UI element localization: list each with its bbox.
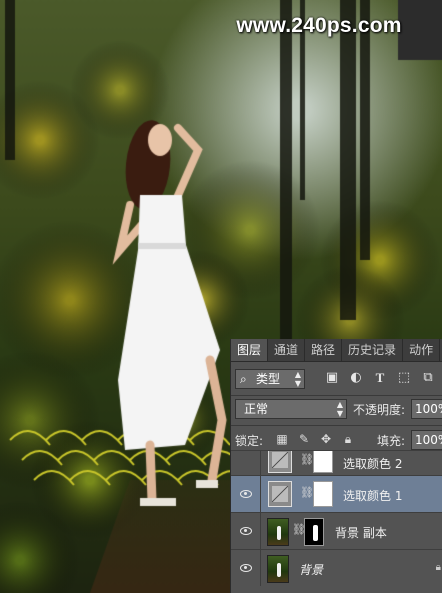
updown-arrows-icon: ▲ ▼ xyxy=(336,400,343,418)
divider xyxy=(231,425,442,426)
lock-row: 锁定: ▦ ✎ ✥ 🔒︎ 填充: 100% xyxy=(231,430,442,450)
adjustment-thumbnail xyxy=(268,451,292,473)
adjustment-filter-icon[interactable]: ◐ xyxy=(349,371,363,385)
layer-row[interactable]: ⛓ 背景 副本 xyxy=(231,512,442,549)
visibility-toggle[interactable] xyxy=(231,513,261,549)
image-filter-icon[interactable]: ▣ xyxy=(325,371,339,385)
lock-all-icon[interactable]: 🔒︎ xyxy=(341,432,355,446)
eye-icon xyxy=(240,490,252,498)
layer-name: 背景 xyxy=(299,563,324,577)
tab-history[interactable]: 历史记录 xyxy=(342,339,404,361)
layer-thumbnail xyxy=(267,518,289,546)
blend-mode-select[interactable]: 正常 ▲ ▼ xyxy=(235,399,347,419)
opacity-label: 不透明度: xyxy=(353,403,406,417)
adjustment-thumbnail xyxy=(268,481,292,507)
link-icon[interactable]: ⛓ xyxy=(300,486,314,499)
layer-name: 背景 副本 xyxy=(335,526,387,540)
updown-arrows-icon: ▲ ▼ xyxy=(294,370,301,388)
link-icon[interactable]: ⛓ xyxy=(300,453,314,466)
tab-paths[interactable]: 路径 xyxy=(305,339,343,361)
smart-object-filter-icon[interactable]: ⧉ xyxy=(421,371,435,385)
search-icon: ⌕ xyxy=(240,372,247,386)
eye-icon xyxy=(240,527,252,535)
lock-label: 锁定: xyxy=(235,434,264,448)
filter-kind-label: 类型 xyxy=(256,372,281,386)
tab-channels[interactable]: 通道 xyxy=(268,339,306,361)
shape-filter-icon[interactable]: ⬚ xyxy=(397,371,411,385)
divider xyxy=(231,395,442,396)
blend-row: 正常 ▲▼ 不透明度: 100% xyxy=(231,399,442,419)
text-filter-icon[interactable]: T xyxy=(373,371,387,385)
panel-tabs: 图层 通道 路径 历史记录 动作 xyxy=(231,339,442,362)
lock-move-icon[interactable]: ✥ xyxy=(319,432,333,446)
visibility-toggle[interactable] xyxy=(231,550,261,586)
layer-row[interactable]: 背景 🔒︎ xyxy=(231,549,442,586)
layers-panel: 图层 通道 路径 历史记录 动作 ⌕ 类型 ▲ ▼ ▣ ◐ T ⬚ ⧉ 正常 ▲ ▼… xyxy=(230,339,442,593)
visibility-toggle[interactable] xyxy=(231,476,261,512)
lock-icon: 🔒︎ xyxy=(435,562,441,573)
mask-thumbnail[interactable] xyxy=(304,518,324,546)
eye-icon xyxy=(240,564,252,572)
lock-transparent-icon[interactable]: ▦ xyxy=(275,432,289,446)
layer-row-selected[interactable]: ⛓ 选取颜色 1 xyxy=(231,475,442,512)
tab-actions[interactable]: 动作 xyxy=(403,339,441,361)
layer-name: 选取颜色 1 xyxy=(343,489,403,503)
filter-kind-select[interactable]: ⌕ 类型 ▲ ▼ xyxy=(235,369,305,389)
layer-thumbnail xyxy=(267,555,289,583)
lock-brush-icon[interactable]: ✎ xyxy=(297,432,311,446)
visibility-toggle[interactable] xyxy=(231,451,261,475)
layer-name: 选取颜色 2 xyxy=(343,457,403,471)
watermark-text: www.240ps.com xyxy=(236,14,402,37)
layer-row[interactable]: ⛓ 选取颜色 2 xyxy=(231,450,442,475)
fill-label: 填充: xyxy=(377,434,406,448)
mask-thumbnail[interactable] xyxy=(313,451,333,473)
tab-layers[interactable]: 图层 xyxy=(231,339,269,361)
blend-mode-value: 正常 xyxy=(244,402,269,416)
fill-input[interactable]: 100% xyxy=(411,430,442,450)
filter-row: ⌕ 类型 ▲ ▼ ▣ ◐ T ⬚ ⧉ xyxy=(231,369,442,391)
mask-thumbnail[interactable] xyxy=(313,481,333,507)
opacity-input[interactable]: 100% xyxy=(411,399,442,419)
